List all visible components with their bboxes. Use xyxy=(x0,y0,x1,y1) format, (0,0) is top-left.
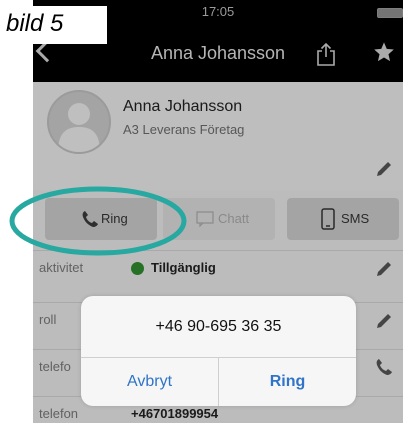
page: 17:05 Anna Johansson Anna Johansson A3 L… xyxy=(0,0,403,423)
figure-label: bild 5 xyxy=(2,6,107,44)
highlight-ellipse xyxy=(9,186,187,256)
confirm-ring-button[interactable]: Ring xyxy=(219,358,356,406)
figure-label-text: bild 5 xyxy=(6,10,64,37)
cancel-button[interactable]: Avbryt xyxy=(81,358,218,406)
dialog-phone-number: +46 90-695 36 35 xyxy=(155,318,282,335)
call-dialog: +46 90-695 36 35 Avbryt Ring xyxy=(81,296,356,406)
